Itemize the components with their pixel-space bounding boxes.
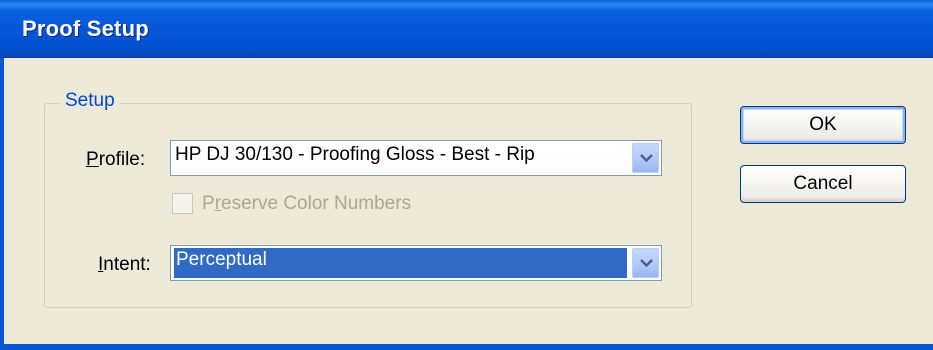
- intent-dropdown-button[interactable]: [632, 248, 659, 278]
- window-border-bottom: [0, 344, 933, 350]
- title-bar[interactable]: Proof Setup: [0, 0, 933, 58]
- preserve-color-numbers-label: Preserve Color Numbers: [202, 193, 411, 215]
- intent-label: Intent:: [98, 254, 151, 276]
- profile-value: HP DJ 30/130 - Proofing Gloss - Best - R…: [175, 144, 535, 165]
- profile-dropdown-button[interactable]: [632, 143, 659, 173]
- preserve-color-numbers-checkbox[interactable]: [172, 193, 193, 214]
- cancel-button[interactable]: Cancel: [740, 165, 906, 203]
- chevron-down-icon: [640, 259, 653, 267]
- profile-label-mnemonic: P: [86, 149, 99, 170]
- ok-button[interactable]: OK: [740, 106, 906, 144]
- profile-dropdown[interactable]: HP DJ 30/130 - Proofing Gloss - Best - R…: [170, 140, 662, 176]
- window-title: Proof Setup: [22, 16, 149, 41]
- profile-label: Profile:: [86, 149, 145, 171]
- intent-value: Perceptual: [174, 248, 627, 278]
- preserve-label-rest: eserve Color Numbers: [221, 193, 412, 214]
- setup-group-label: Setup: [60, 90, 120, 112]
- intent-label-rest: ntent:: [103, 254, 151, 275]
- window-border-left: [0, 58, 4, 350]
- intent-dropdown[interactable]: Perceptual: [170, 245, 662, 281]
- chevron-down-icon: [640, 154, 653, 162]
- preserve-label-prefix: P: [202, 193, 215, 214]
- profile-label-rest: rofile:: [98, 149, 146, 170]
